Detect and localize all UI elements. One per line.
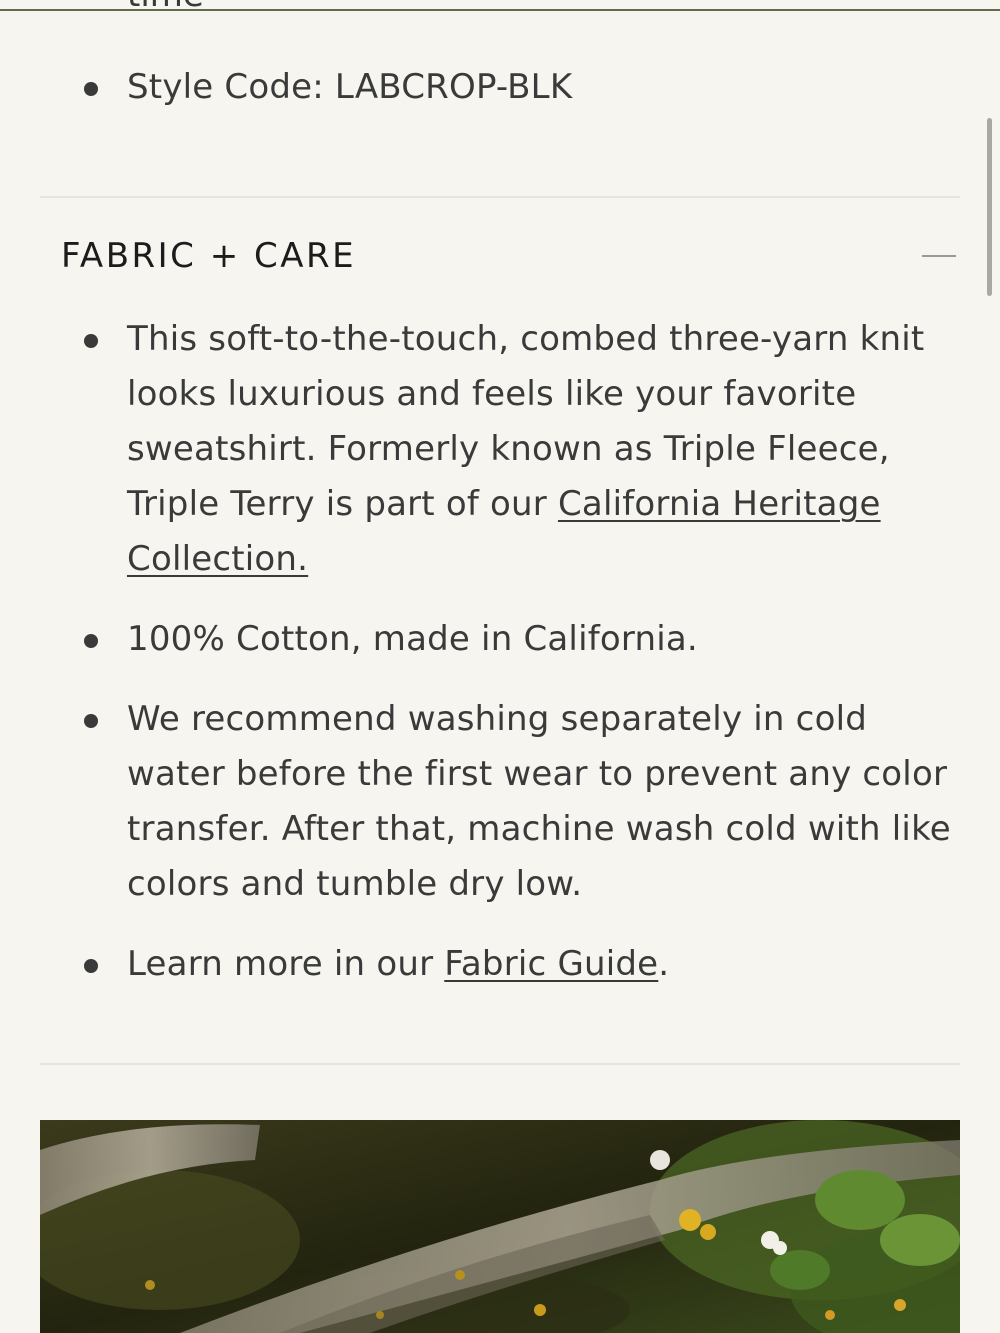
bullet-dot-icon — [84, 634, 98, 648]
fabric-care-accordion-header[interactable]: FABRIC + CARE — [40, 222, 960, 290]
outdoor-foliage-image — [40, 1120, 960, 1333]
section-divider-bottom — [40, 1063, 960, 1065]
style-code-text: Style Code: LABCROP-BLK — [127, 67, 573, 107]
fabric-guide-lead-text: Learn more in our — [127, 944, 445, 984]
material-text: 100% Cotton, made in California. — [127, 619, 698, 659]
wash-instructions-text: We recommend washing separately in cold … — [127, 699, 951, 904]
list-item-material: 100% Cotton, made in California. — [0, 612, 1000, 667]
lifestyle-photo — [40, 1120, 960, 1333]
bullet-dot-icon — [84, 959, 98, 973]
minus-icon[interactable] — [922, 255, 956, 257]
bullet-dot-icon — [84, 334, 98, 348]
vertical-scrollbar[interactable] — [987, 118, 992, 296]
fabric-guide-link[interactable]: Fabric Guide — [444, 944, 658, 984]
bullet-dot-icon — [84, 714, 98, 728]
list-item-fabric-guide: Learn more in our Fabric Guide. — [0, 937, 1000, 992]
list-item-style-code: Style Code: LABCROP-BLK — [0, 60, 1000, 115]
previous-item-text-partial: time — [127, 0, 204, 15]
bullet-dot-icon — [84, 82, 98, 96]
list-item-fabric-description: This soft-to-the-touch, combed three-yar… — [0, 312, 1000, 587]
fabric-guide-trailing-text: . — [658, 944, 670, 984]
section-divider-top — [40, 196, 960, 198]
fabric-care-title: FABRIC + CARE — [61, 236, 357, 276]
fabric-care-list: This soft-to-the-touch, combed three-yar… — [0, 312, 1000, 1017]
list-item-wash-instructions: We recommend washing separately in cold … — [0, 692, 1000, 912]
details-list: Style Code: LABCROP-BLK — [0, 60, 1000, 115]
